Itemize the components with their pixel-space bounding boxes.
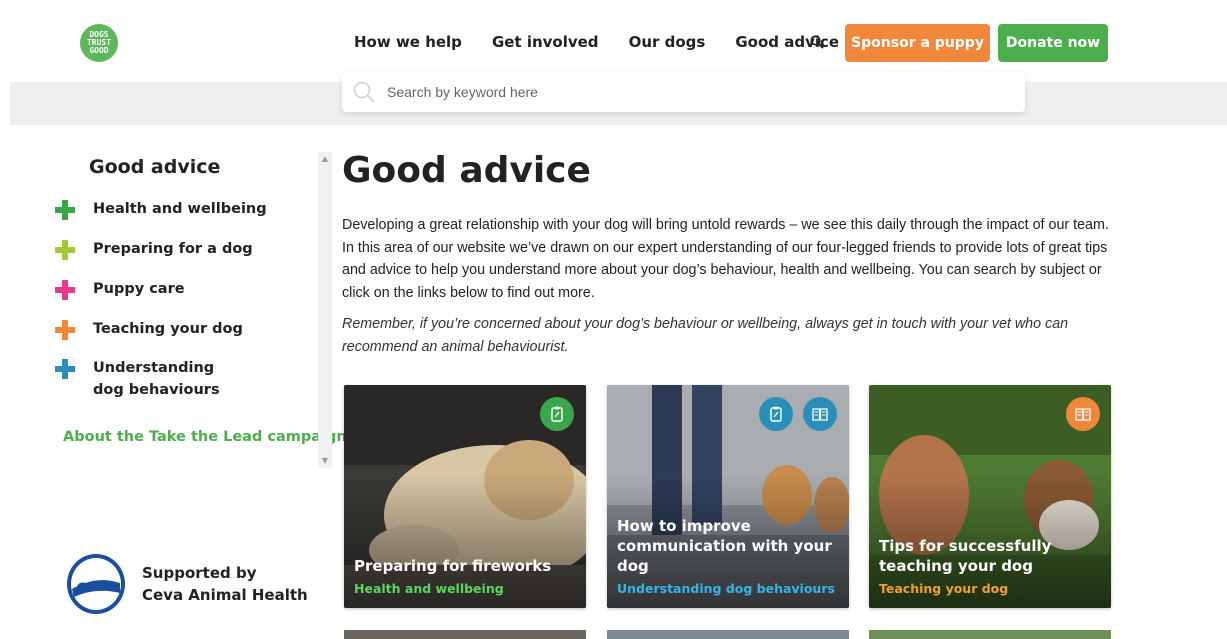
support-line-1: Supported by xyxy=(142,564,257,582)
sidebar-item-label: Puppy care xyxy=(93,281,185,297)
plus-icon xyxy=(55,280,75,300)
sidebar-title: Good advice xyxy=(89,156,221,178)
ceva-logo[interactable]: ceva xyxy=(66,553,126,615)
scroll-up-arrow-icon[interactable]: ▲ xyxy=(318,152,332,166)
card-title: Tips for successfully teaching your dog xyxy=(879,537,1052,575)
sidebar-item-label: Understanding dog behaviours xyxy=(93,360,220,398)
card-category: Teaching your dog xyxy=(879,581,1009,596)
nav-how-we-help[interactable]: How we help xyxy=(354,33,462,51)
card-category: Health and wellbeing xyxy=(354,581,504,596)
magnifier-icon xyxy=(353,81,375,103)
search-box xyxy=(342,72,1025,112)
nav-our-dogs[interactable]: Our dogs xyxy=(629,33,706,51)
support-line-2: Ceva Animal Health xyxy=(142,586,308,604)
nav-get-involved[interactable]: Get involved xyxy=(492,33,599,51)
advice-card-next-row[interactable] xyxy=(869,630,1111,639)
clipboard-icon xyxy=(540,397,574,431)
sidebar-item-behaviours[interactable]: Understanding dog behaviours xyxy=(55,357,243,401)
logo-text: DOGS TRUST GOOD xyxy=(86,30,112,55)
sidebar-item-label: Preparing for a dog xyxy=(93,241,253,257)
sidebar-item-puppy-care[interactable]: Puppy care xyxy=(55,278,293,300)
sidebar-item-teaching[interactable]: Teaching your dog xyxy=(55,318,293,340)
take-the-lead-link[interactable]: About the Take the Lead campaign xyxy=(63,429,347,445)
sidebar-item-health[interactable]: Health and wellbeing xyxy=(55,198,293,220)
scroll-down-arrow-icon[interactable]: ▼ xyxy=(318,454,332,468)
plus-icon xyxy=(55,359,75,379)
sidebar-item-label: Teaching your dog xyxy=(93,321,243,337)
main-nav: How we help Get involved Our dogs Good a… xyxy=(354,33,869,51)
book-icon xyxy=(803,397,837,431)
site-logo[interactable]: DOGS TRUST GOOD xyxy=(80,24,118,62)
site-header: DOGS TRUST GOOD How we help Get involved… xyxy=(0,0,1227,82)
vet-note: Remember, if you’re concerned about your… xyxy=(342,316,1069,355)
search-input[interactable] xyxy=(387,72,987,112)
clipboard-icon xyxy=(759,397,793,431)
plus-icon xyxy=(55,200,75,220)
plus-icon xyxy=(55,320,75,340)
book-icon xyxy=(1066,397,1100,431)
sponsor-credit: ceva Supported by Ceva Animal Health xyxy=(66,553,308,615)
card-title: How to improve communication with your d… xyxy=(617,517,832,575)
support-text: Supported by Ceva Animal Health xyxy=(142,562,308,606)
sidebar-scrollbar[interactable]: ▲ ▼ xyxy=(318,152,332,468)
search-icon[interactable] xyxy=(810,35,824,49)
advice-card-teaching[interactable]: Tips for successfully teaching your dog … xyxy=(869,385,1111,608)
advice-card-next-row[interactable] xyxy=(344,630,586,639)
advice-card-communication[interactable]: How to improve communication with your d… xyxy=(607,385,849,608)
donate-button[interactable]: Donate now xyxy=(998,24,1108,62)
plus-icon xyxy=(55,240,75,260)
sidebar-item-preparing[interactable]: Preparing for a dog xyxy=(55,238,293,260)
card-category: Understanding dog behaviours xyxy=(617,581,835,596)
page-title: Good advice xyxy=(342,150,591,191)
card-title: Preparing for fireworks xyxy=(354,557,552,575)
intro-paragraph: Developing a great relationship with you… xyxy=(342,217,1109,301)
advice-card-next-row[interactable] xyxy=(607,630,849,639)
ceva-logo-text: ceva xyxy=(77,577,116,595)
advice-card-fireworks[interactable]: Preparing for fireworks Health and wellb… xyxy=(344,385,586,608)
sponsor-puppy-button[interactable]: Sponsor a puppy xyxy=(845,24,990,62)
sidebar-item-label: Health and wellbeing xyxy=(93,201,267,217)
